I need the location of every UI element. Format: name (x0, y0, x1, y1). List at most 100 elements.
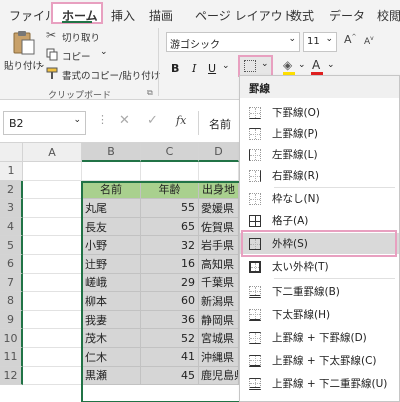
cell-a9[interactable] (23, 310, 82, 330)
row-header-12[interactable]: 12 (0, 366, 23, 386)
cell-a6[interactable] (23, 255, 82, 274)
font-size-box[interactable]: 11 ⌄ (303, 32, 337, 52)
row-header-5[interactable]: 5 (0, 236, 23, 255)
tab-file[interactable]: ファイル (9, 7, 57, 24)
cell-d1[interactable] (199, 162, 239, 181)
borders-button[interactable]: ⌄ (238, 55, 273, 77)
table-cell-place[interactable]: 新潟県 (199, 292, 239, 311)
table-cell-place[interactable]: 千葉県 (199, 273, 239, 293)
table-cell-name[interactable]: 柳本 (82, 292, 141, 311)
table-cell-age[interactable]: 65 (141, 217, 199, 237)
cell-a2[interactable] (23, 180, 82, 200)
table-cell-name[interactable]: 我妻 (82, 310, 141, 330)
menu-item-bottom-double-border[interactable]: 下二重罫線(B) (240, 281, 399, 302)
cell-a12[interactable] (23, 366, 82, 386)
row-header-7[interactable]: 7 (0, 273, 23, 293)
table-cell-name[interactable]: 辻野 (82, 255, 141, 274)
cell-a8[interactable] (23, 292, 82, 311)
cell-a4[interactable] (23, 217, 82, 237)
cell-c1[interactable] (141, 162, 199, 181)
tab-data[interactable]: データ (329, 7, 365, 24)
copy-button[interactable]: コピー ⌄ (46, 47, 156, 63)
tab-draw[interactable]: 描画 (149, 7, 173, 24)
chevron-down-icon[interactable]: ⌄ (222, 61, 230, 71)
cancel-icon[interactable]: ✕ (119, 113, 130, 128)
row-header-3[interactable]: 3 (0, 199, 23, 218)
table-cell-name[interactable]: 茂木 (82, 329, 141, 348)
menu-item-top-and-thick-bottom-border[interactable]: 上罫線 + 下太罫線(C) (240, 350, 399, 371)
column-header-c[interactable]: C (141, 143, 199, 162)
table-cell-age[interactable]: 32 (141, 236, 199, 255)
table-cell-place[interactable]: 宮城県 (199, 329, 239, 348)
menu-item-top-border[interactable]: 上罫線(P) (240, 123, 399, 144)
cell-a7[interactable] (23, 273, 82, 293)
table-cell-age[interactable]: 45 (141, 366, 199, 386)
dialog-launcher-icon[interactable]: ⧉ (147, 88, 153, 98)
table-cell-name[interactable]: 小野 (82, 236, 141, 255)
table-cell-age[interactable]: 55 (141, 199, 199, 218)
shrink-font-icon[interactable]: Av (364, 35, 374, 47)
row-header-9[interactable]: 9 (0, 310, 23, 330)
table-cell-place[interactable]: 静岡県 (199, 310, 239, 330)
cut-button[interactable]: ✂ 切り取り (46, 28, 156, 44)
cell-a10[interactable] (23, 329, 82, 348)
table-cell-place[interactable]: 岩手県 (199, 236, 239, 255)
row-header-1[interactable]: 1 (0, 162, 23, 181)
name-box[interactable]: B2 ⌄ (3, 111, 86, 135)
menu-item-no-border[interactable]: 枠なし(N) (240, 188, 399, 209)
menu-item-right-border[interactable]: 右罫線(R) (240, 165, 399, 186)
table-header-cell[interactable]: 出身地 (199, 180, 239, 200)
table-cell-place[interactable]: 沖縄県 (199, 348, 239, 367)
paste-button[interactable]: 貼り付け ⌄ (4, 30, 46, 72)
table-cell-name[interactable]: 仁木 (82, 348, 141, 367)
table-cell-place[interactable]: 愛媛県 (199, 199, 239, 218)
menu-item-thick-bottom-border[interactable]: 下太罫線(H) (240, 304, 399, 325)
cell-a3[interactable] (23, 199, 82, 218)
column-header-d[interactable]: D (199, 143, 239, 162)
table-cell-place[interactable]: 佐賀県 (199, 217, 239, 237)
table-header-cell[interactable]: 名前 (82, 180, 141, 200)
menu-item-top-and-bottom-border[interactable]: 上罫線 + 下罫線(D) (240, 327, 399, 348)
row-header-6[interactable]: 6 (0, 255, 23, 274)
more-options-icon[interactable]: ⋮ (97, 113, 108, 126)
table-cell-age[interactable]: 60 (141, 292, 199, 311)
enter-icon[interactable]: ✓ (147, 113, 158, 128)
menu-item-thick-outside-borders[interactable]: 太い外枠(T) (240, 256, 399, 277)
table-cell-place[interactable]: 鹿児島県 (199, 366, 239, 386)
table-cell-name[interactable]: 嵯峨 (82, 273, 141, 293)
italic-button[interactable]: I (192, 62, 196, 75)
column-header-a[interactable]: A (23, 143, 82, 162)
menu-item-left-border[interactable]: 左罫線(L) (240, 144, 399, 165)
table-cell-name[interactable]: 黒瀬 (82, 366, 141, 386)
underline-button[interactable]: U (208, 62, 216, 75)
table-header-cell[interactable]: 年齢 (141, 180, 199, 200)
row-header-4[interactable]: 4 (0, 217, 23, 237)
table-cell-age[interactable]: 16 (141, 255, 199, 274)
row-header-10[interactable]: 10 (0, 329, 23, 348)
cell-a1[interactable] (23, 162, 82, 181)
table-cell-name[interactable]: 丸尾 (82, 199, 141, 218)
table-cell-place[interactable]: 高知県 (199, 255, 239, 274)
tab-formulas[interactable]: 数式 (290, 7, 314, 24)
row-header-2[interactable]: 2 (0, 180, 23, 200)
bold-button[interactable]: B (171, 62, 179, 75)
table-cell-age[interactable]: 29 (141, 273, 199, 293)
table-cell-age[interactable]: 41 (141, 348, 199, 367)
font-name-box[interactable]: 游ゴシック ⌄ (166, 32, 300, 52)
cell-a11[interactable] (23, 348, 82, 367)
menu-item-top-and-double-bottom-border[interactable]: 上罫線 + 下二重罫線(U) (240, 373, 399, 394)
select-all-corner[interactable] (0, 143, 23, 162)
tab-insert[interactable]: 挿入 (111, 7, 135, 24)
cell-b1[interactable] (82, 162, 141, 181)
menu-item-bottom-border[interactable]: 下罫線(O) (240, 102, 399, 123)
table-cell-age[interactable]: 52 (141, 329, 199, 348)
table-cell-name[interactable]: 長友 (82, 217, 141, 237)
tab-page-layout[interactable]: ページ レイアウト (195, 7, 295, 24)
cell-a5[interactable] (23, 236, 82, 255)
row-header-11[interactable]: 11 (0, 348, 23, 367)
format-painter-button[interactable]: 書式のコピー/貼り付け (46, 66, 160, 82)
column-header-b[interactable]: B (82, 143, 141, 162)
row-header-8[interactable]: 8 (0, 292, 23, 311)
insert-function-icon[interactable]: fx (176, 114, 186, 127)
menu-item-all-borders[interactable]: 格子(A) (240, 210, 399, 231)
